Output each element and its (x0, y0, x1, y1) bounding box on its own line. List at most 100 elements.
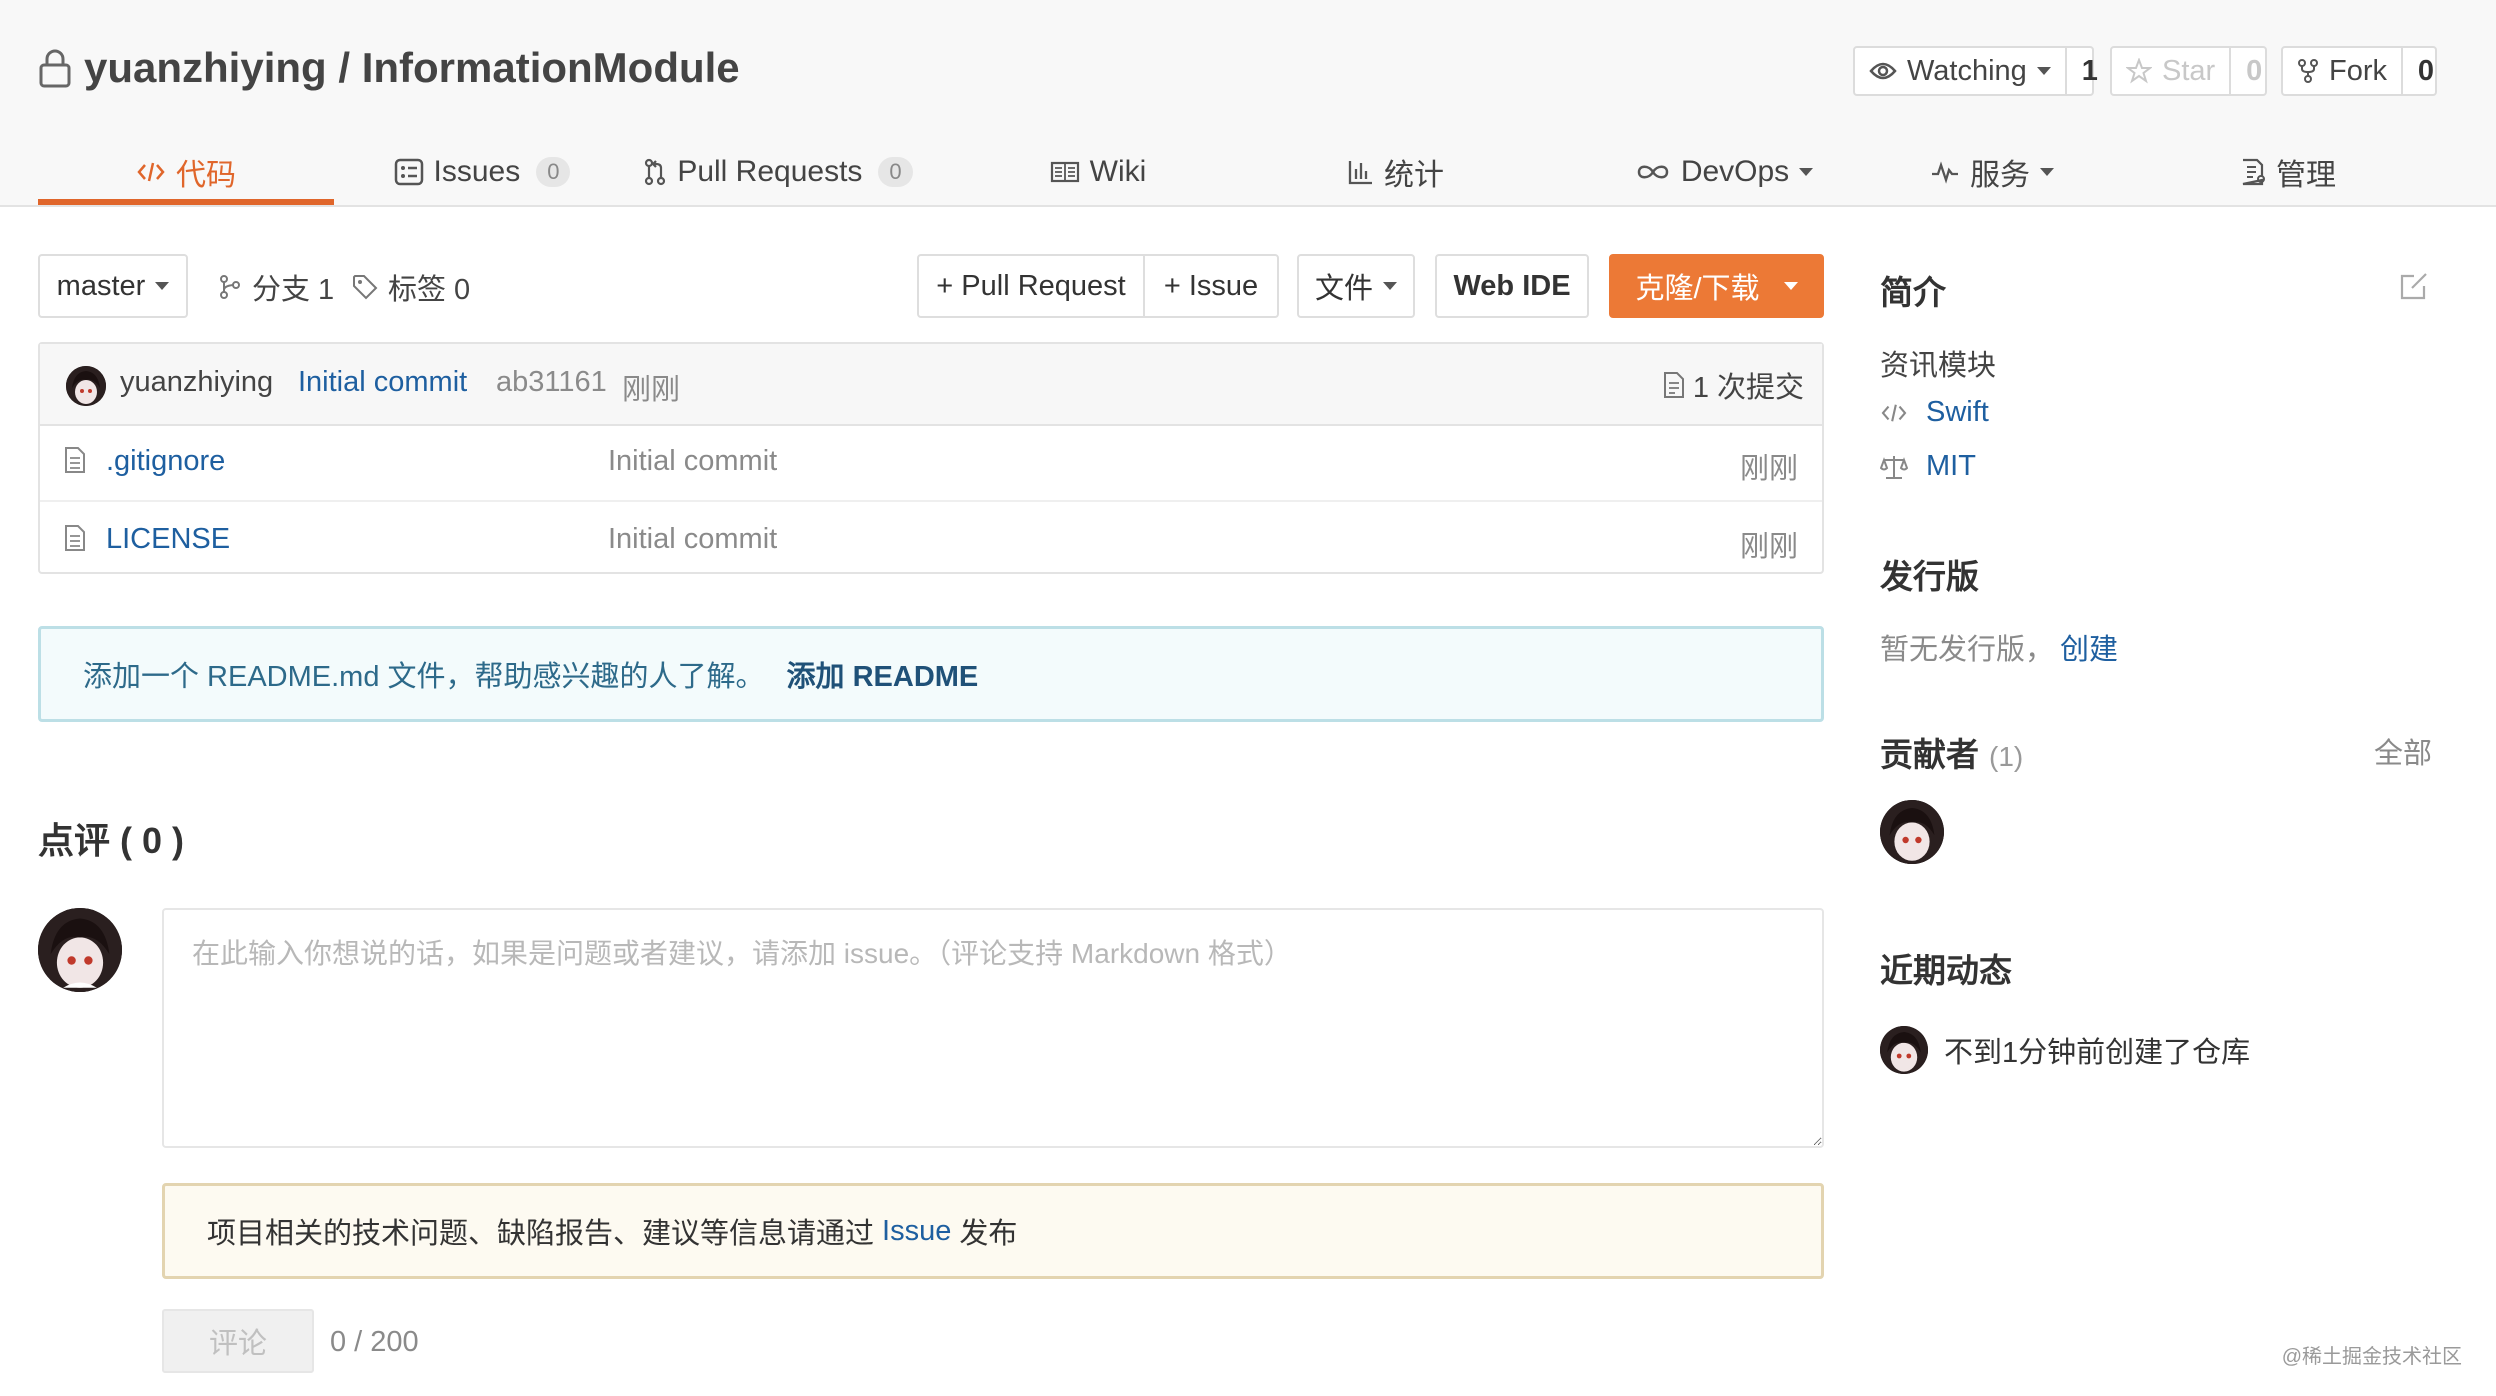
commit-message[interactable]: Initial commit (298, 366, 467, 399)
tab-code[interactable]: 代码 (38, 140, 334, 204)
fork-icon (2297, 58, 2319, 84)
chevron-down-icon (2036, 67, 2051, 75)
license-label: MIT (1926, 450, 1976, 482)
file-row[interactable]: .gitignore Initial commit 刚刚 (40, 424, 1822, 498)
tab-wiki[interactable]: Wiki (950, 140, 1246, 204)
activity-item: 不到1分钟前创建了仓库 (1880, 1026, 2250, 1074)
issue-link[interactable]: Issue (882, 1215, 951, 1248)
tab-stats[interactable]: 统计 (1248, 140, 1544, 204)
tags-label: 标签 0 (388, 274, 471, 306)
readme-notice: 添加一个 README.md 文件，帮助感兴趣的人了解。 添加 README (38, 626, 1824, 722)
add-readme-link[interactable]: 添加 README (787, 653, 979, 695)
contributor-avatar[interactable] (1880, 800, 1944, 864)
tab-issues-label: Issues (433, 155, 521, 188)
issue-notice: 项目相关的技术问题、缺陷报告、建议等信息请通过 Issue 发布 (162, 1183, 1824, 1279)
branches-link[interactable]: 分支 1 (218, 266, 334, 308)
chevron-down-icon (1799, 168, 1814, 176)
tab-services-label: 服务 (1970, 159, 2030, 192)
file-commit-message[interactable]: Initial commit (608, 445, 777, 478)
issues-icon (394, 158, 424, 186)
repo-description: 资讯模块 (1880, 342, 1996, 384)
branch-icon (218, 274, 242, 300)
star-button[interactable]: Star 0 (2110, 46, 2267, 96)
infinity-icon (1635, 162, 1671, 182)
commit-count-label: 1 次提交 (1692, 372, 1804, 404)
active-tab-indicator (38, 199, 334, 205)
file-list: yuanzhiying Initial commit ab31161 刚刚 1 … (38, 342, 1824, 574)
clone-download-button[interactable]: 克隆/下载 (1609, 254, 1824, 318)
file-name[interactable]: LICENSE (106, 523, 230, 556)
wiki-icon (1050, 160, 1080, 184)
watermark: @稀土掘金技术社区 (2281, 1346, 2462, 1368)
tab-devops-label: DevOps (1680, 155, 1790, 188)
tab-services[interactable]: 服务 (1844, 140, 2140, 204)
repo-description-text: 资讯模块 (1880, 350, 1997, 382)
file-time: 刚刚 (1739, 453, 1798, 485)
contributors-title: 贡献者 (1) (1880, 728, 2023, 776)
branch-select-label: master (56, 269, 146, 302)
branches-label: 分支 1 (252, 274, 335, 306)
tags-link[interactable]: 标签 0 (352, 266, 470, 308)
commit-count-link[interactable]: 1 次提交 (1663, 364, 1804, 406)
fork-button[interactable]: Fork 0 (2281, 46, 2437, 96)
code-icon (1880, 402, 1908, 424)
fork-count[interactable]: 0 (2401, 48, 2449, 94)
chart-icon (1348, 159, 1374, 185)
tab-pull-requests[interactable]: Pull Requests 0 (630, 140, 926, 204)
chevron-down-icon (1383, 282, 1397, 290)
tab-pull-requests-count: 0 (878, 157, 913, 187)
repo-language[interactable]: Swift (1880, 396, 1989, 429)
manage-icon (2240, 158, 2266, 186)
releases-empty: 暂无发行版， 创建 (1880, 626, 2118, 668)
comment-input[interactable] (162, 908, 1824, 1148)
contributors-all-link[interactable]: 全部 (2374, 730, 2432, 772)
tag-icon (352, 274, 378, 300)
tab-issues[interactable]: Issues 0 (334, 140, 630, 204)
file-name[interactable]: .gitignore (106, 445, 225, 478)
tab-code-label: 代码 (176, 159, 236, 192)
new-issue-button[interactable]: + Issue (1143, 254, 1279, 318)
web-ide-button[interactable]: Web IDE (1435, 254, 1589, 318)
clone-download-label: 克隆/下载 (1635, 273, 1760, 305)
file-menu-label: 文件 (1314, 273, 1373, 305)
repo-title: yuanzhiying / InformationModule (38, 44, 740, 92)
char-counter: 0 / 200 (330, 1326, 419, 1358)
issue-notice-text: 项目相关的技术问题、缺陷报告、建议等信息请通过 (207, 1218, 875, 1250)
new-pull-request-button[interactable]: + Pull Request (917, 254, 1145, 318)
comments-title: 点评 ( 0 ) (38, 820, 185, 861)
tab-manage-label: 管理 (2276, 159, 2336, 192)
edit-icon[interactable] (2398, 270, 2430, 302)
file-menu-button[interactable]: 文件 (1297, 254, 1415, 318)
file-icon (64, 446, 86, 474)
tab-issues-count: 0 (536, 157, 571, 187)
tab-wiki-label: Wiki (1089, 155, 1147, 188)
eye-icon (1869, 61, 1897, 81)
readme-notice-text: 添加一个 README.md 文件，帮助感兴趣的人了解。 (83, 661, 765, 693)
releases-title: 发行版 (1880, 558, 1979, 595)
branch-select[interactable]: master (38, 254, 188, 318)
repo-header: yuanzhiying / InformationModule Watching… (0, 0, 2496, 207)
commit-hash[interactable]: ab31161 (496, 366, 607, 399)
activity-title: 近期动态 (1880, 952, 2012, 989)
file-icon (64, 524, 86, 552)
releases-empty-text: 暂无发行版， (1880, 634, 2055, 666)
commit-author[interactable]: yuanzhiying (120, 366, 273, 399)
avatar[interactable] (38, 908, 122, 992)
watch-button[interactable]: Watching 1 (1853, 46, 2098, 96)
repo-license[interactable]: MIT (1880, 450, 1976, 483)
tab-manage[interactable]: 管理 (2140, 140, 2436, 204)
repo-title-text[interactable]: yuanzhiying / InformationModule (84, 44, 740, 92)
file-row[interactable]: LICENSE Initial commit 刚刚 (40, 500, 1822, 576)
document-icon (1663, 371, 1685, 399)
comment-submit-button[interactable]: 评论 (162, 1309, 314, 1373)
intro-title: 简介 (1880, 274, 1946, 311)
star-count[interactable]: 0 (2229, 48, 2277, 94)
file-commit-message[interactable]: Initial commit (608, 523, 777, 556)
tab-devops[interactable]: DevOps (1576, 140, 1872, 204)
avatar[interactable] (66, 366, 106, 406)
watch-count[interactable]: 1 (2064, 48, 2113, 94)
avatar[interactable] (1880, 1026, 1928, 1074)
create-release-link[interactable]: 创建 (2060, 626, 2118, 668)
code-icon (136, 160, 166, 184)
star-label: Star (2162, 54, 2216, 87)
